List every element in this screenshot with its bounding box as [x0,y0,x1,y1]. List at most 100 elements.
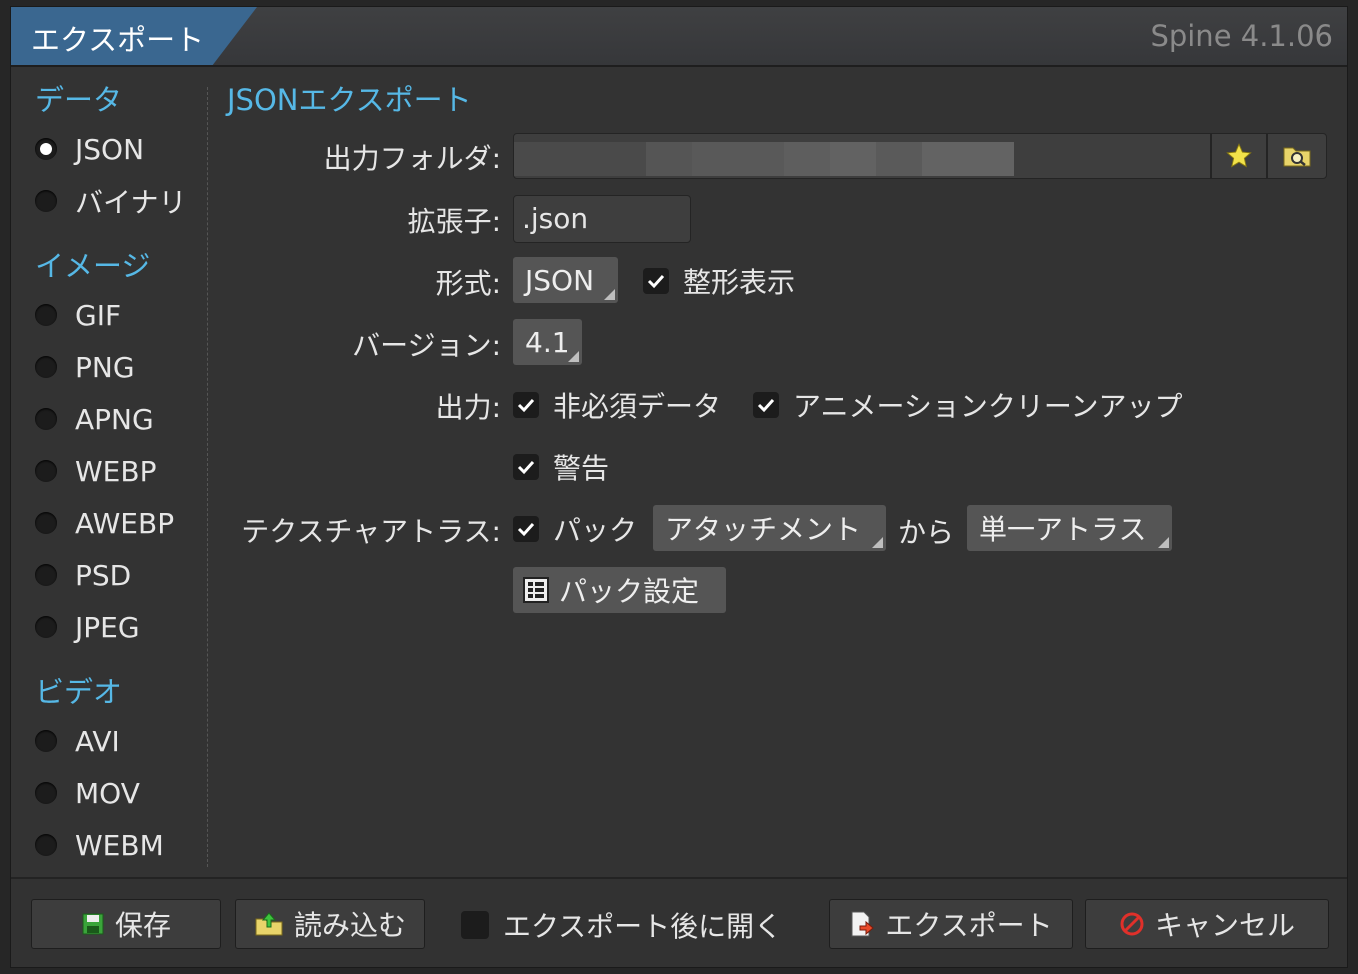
cancel-button[interactable]: キャンセル [1085,899,1329,949]
radio-psd[interactable]: PSD [35,555,131,595]
cancel-icon [1119,911,1145,937]
animation-cleanup-checkbox[interactable]: アニメーションクリーンアップ [753,385,1182,425]
radio-icon[interactable] [35,190,57,212]
radio-label: GIF [75,298,122,332]
version-field-label: バージョン: [352,329,501,362]
extension-input[interactable]: .json [513,195,691,243]
open-after-export-checkbox[interactable]: エクスポート後に開く [461,905,782,945]
pack-checkbox[interactable]: パック [513,509,637,549]
radio-icon[interactable] [35,304,57,326]
checkbox-checked-icon[interactable] [753,392,779,418]
texture-atlas-label: テクスチャアトラス: [241,515,501,548]
checkbox-label: エクスポート後に開く [503,910,783,943]
checkbox-checked-icon[interactable] [513,454,539,480]
checkbox-checked-icon[interactable] [643,268,669,294]
radio-webm[interactable]: WEBM [35,825,164,865]
radio-jpeg[interactable]: JPEG [35,607,140,647]
browse-folder-button[interactable] [1267,133,1327,179]
export-dialog: エクスポート Spine 4.1.06 データ JSON バイナリ イメージ G… [10,6,1348,968]
section-image: イメージ [35,249,151,283]
radio-label: JPEG [75,610,140,644]
radio-label: PSD [75,558,132,592]
panel-heading: JSONエクスポート [227,83,472,117]
radio-binary[interactable]: バイナリ [35,181,186,221]
redacted-block [922,142,1014,176]
radio-label: バイナリ [75,186,187,219]
checkbox-label: アニメーションクリーンアップ [793,390,1183,423]
sidebar-divider [207,87,208,867]
checkbox-unchecked-icon[interactable] [461,911,489,939]
radio-label: JSON [75,132,145,166]
version-dropdown[interactable]: 4.1 [513,319,582,365]
output-folder-label: 出力フォルダ: [323,142,501,175]
radio-png[interactable]: PNG [35,347,135,387]
extension-label: 拡張子: [407,205,501,238]
radio-label: WEBP [75,454,157,488]
save-label: 保存 [114,909,171,942]
radio-awebp[interactable]: AWEBP [35,503,174,543]
export-button[interactable]: エクスポート [829,899,1073,949]
load-label: 読み込む [293,909,406,942]
radio-icon[interactable] [35,356,57,378]
pack-settings-button[interactable]: パック設定 [513,567,726,613]
radio-label: APNG [75,402,154,436]
checkbox-label: パック [553,514,638,547]
radio-label: WEBM [75,828,164,862]
checkbox-label: 非必須データ [553,390,722,423]
radio-icon[interactable] [35,408,57,430]
pack-target-dropdown[interactable]: 単一アトラス [967,505,1172,551]
pack-settings-label: パック設定 [559,575,700,608]
import-folder-icon [254,911,284,937]
format-dropdown[interactable]: JSON [513,257,618,303]
save-button[interactable]: 保存 [31,899,221,949]
radio-apng[interactable]: APNG [35,399,154,439]
version-label: Spine 4.1.06 [1150,19,1333,53]
save-icon [81,912,105,936]
radio-icon[interactable] [35,616,57,638]
from-label: から [898,516,955,549]
redacted-block [646,142,692,176]
nonessential-checkbox[interactable]: 非必須データ [513,385,721,425]
cancel-label: キャンセル [1154,909,1295,942]
radio-icon[interactable] [35,834,57,856]
checkbox-checked-icon[interactable] [513,516,539,542]
redacted-block [784,142,830,176]
output-folder-input[interactable] [513,133,1211,179]
radio-label: AWEBP [75,506,175,540]
radio-icon[interactable] [35,564,57,586]
radio-mov[interactable]: MOV [35,773,140,813]
settings-grid-icon [523,577,549,603]
redacted-block [514,142,646,176]
favorite-button[interactable] [1211,133,1267,179]
section-data: データ [35,83,123,117]
title-bar: エクスポート Spine 4.1.06 [11,7,1347,67]
radio-webp[interactable]: WEBP [35,451,156,491]
radio-label: MOV [75,776,140,810]
dialog-footer: 保存 読み込む エクスポート後に開く エクスポート キャンセル [11,877,1347,967]
pretty-print-checkbox[interactable]: 整形表示 [643,261,795,301]
radio-icon[interactable] [35,512,57,534]
redacted-block [876,142,922,176]
redacted-block [830,142,876,176]
export-file-icon [849,910,875,938]
pack-source-dropdown[interactable]: アタッチメント [653,505,886,551]
radio-avi[interactable]: AVI [35,721,120,761]
output-label: 出力: [435,391,501,424]
checkbox-checked-icon[interactable] [513,392,539,418]
export-label: エクスポート [885,909,1053,942]
radio-icon[interactable] [35,460,57,482]
warnings-checkbox[interactable]: 警告 [513,447,609,487]
radio-label: PNG [75,350,135,384]
section-video: ビデオ [35,675,123,709]
load-button[interactable]: 読み込む [235,899,425,949]
radio-gif[interactable]: GIF [35,295,121,335]
radio-json[interactable]: JSON [35,129,144,169]
radio-label: AVI [75,724,120,758]
format-label: 形式: [435,267,501,300]
radio-icon[interactable] [35,730,57,752]
checkbox-label: 整形表示 [683,266,796,299]
radio-selected-icon[interactable] [35,138,57,160]
radio-icon[interactable] [35,782,57,804]
dialog-title: エクスポート [31,23,205,57]
folder-search-icon [1283,147,1311,167]
